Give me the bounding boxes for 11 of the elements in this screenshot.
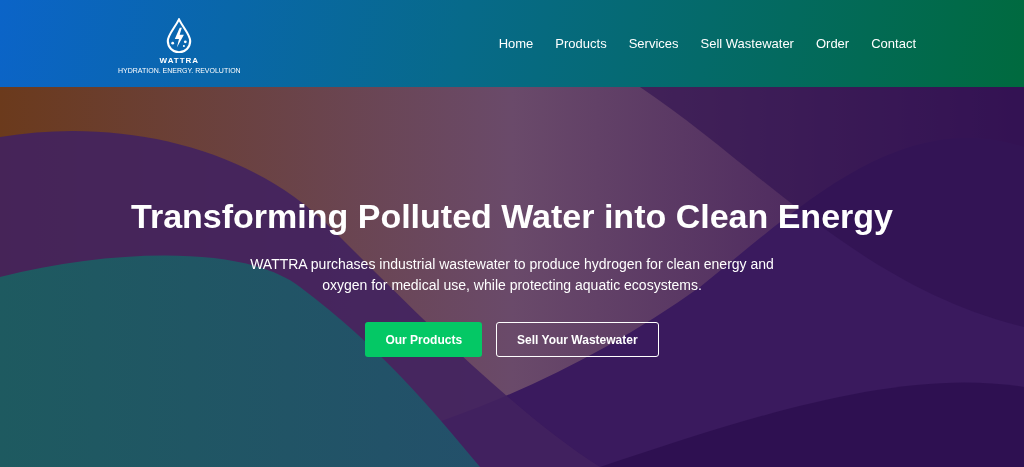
logo-name: WATTRA [159, 55, 200, 65]
hero-description: WATTRA purchases industrial wastewater to produce hydrogen for clean energy and oxygen for medical use, while protecting aquatic ecosystems. [249, 255, 775, 295]
nav-link[interactable]: Sell Wastewater [700, 36, 794, 51]
water-drop-logo-icon [165, 17, 194, 53]
nav-link[interactable]: Services [628, 36, 679, 51]
nav-link[interactable]: Contact [871, 36, 916, 51]
nav-link[interactable]: Order [815, 36, 850, 51]
sell-wastewater-button[interactable]: Sell Your Wastewater [496, 322, 659, 357]
nav-link[interactable]: Home [498, 36, 534, 51]
nav-link[interactable]: Products [555, 36, 607, 51]
hero-title: Transforming Polluted Water into Clean Energy [131, 197, 893, 236]
